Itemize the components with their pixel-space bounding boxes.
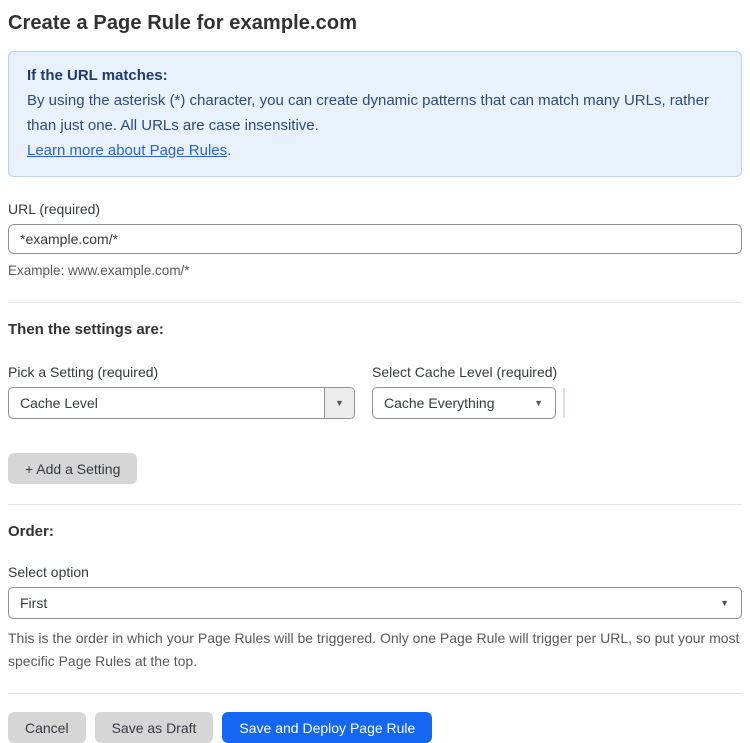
order-section-heading: Order:: [8, 523, 54, 540]
order-select-label: Select option: [8, 564, 89, 580]
chevron-down-icon: ▼: [534, 397, 543, 408]
divider: [8, 302, 742, 303]
cache-level-column: Select Cache Level (required) Cache Ever…: [372, 364, 565, 419]
url-field-label: URL (required): [8, 201, 101, 217]
divider: [8, 504, 742, 505]
setting-column: Pick a Setting (required) Cache Level ▼: [8, 364, 355, 419]
pick-setting-label: Pick a Setting (required): [8, 364, 159, 380]
order-select[interactable]: First ▼: [8, 587, 742, 619]
info-box-heading: If the URL matches:: [27, 67, 168, 84]
info-link-row: Learn more about Page Rules.: [27, 138, 723, 163]
save-draft-button[interactable]: Save as Draft: [94, 712, 214, 743]
add-setting-row: + Add a Setting: [8, 453, 742, 484]
save-deploy-button[interactable]: Save and Deploy Page Rule: [222, 712, 433, 743]
page-rule-form: Create a Page Rule for example.com If th…: [0, 0, 750, 743]
page-title: Create a Page Rule for example.com: [8, 12, 358, 34]
cache-level-select[interactable]: Cache Everything ▼: [372, 387, 556, 419]
url-match-info-box: If the URL matches: By using the asteris…: [8, 51, 742, 177]
link-period: .: [227, 142, 232, 159]
settings-columns: Pick a Setting (required) Cache Level ▼ …: [8, 364, 742, 419]
cancel-button[interactable]: Cancel: [8, 712, 86, 743]
dropdown-arrow-button[interactable]: ▼: [324, 388, 354, 418]
pick-setting-select[interactable]: Cache Level ▼: [8, 387, 355, 419]
chevron-down-icon: ▼: [720, 597, 729, 608]
focus-caret: [563, 388, 565, 418]
learn-more-link[interactable]: Learn more about Page Rules: [27, 142, 227, 159]
order-select-value: First: [20, 595, 48, 611]
cache-level-value: Cache Everything: [384, 395, 495, 411]
add-setting-button[interactable]: + Add a Setting: [8, 453, 138, 484]
cache-level-label: Select Cache Level (required): [372, 364, 558, 380]
url-example-hint: Example: www.example.com/*: [8, 263, 190, 278]
form-actions: Cancel Save as Draft Save and Deploy Pag…: [8, 712, 742, 743]
divider: [8, 693, 742, 694]
order-hint: This is the order in which your Page Rul…: [8, 630, 740, 669]
info-box-body: By using the asterisk (*) character, you…: [27, 92, 709, 134]
settings-section-heading: Then the settings are:: [8, 321, 164, 338]
pick-setting-value: Cache Level: [20, 395, 98, 411]
url-input[interactable]: [8, 224, 742, 254]
chevron-down-icon: ▼: [335, 397, 344, 408]
